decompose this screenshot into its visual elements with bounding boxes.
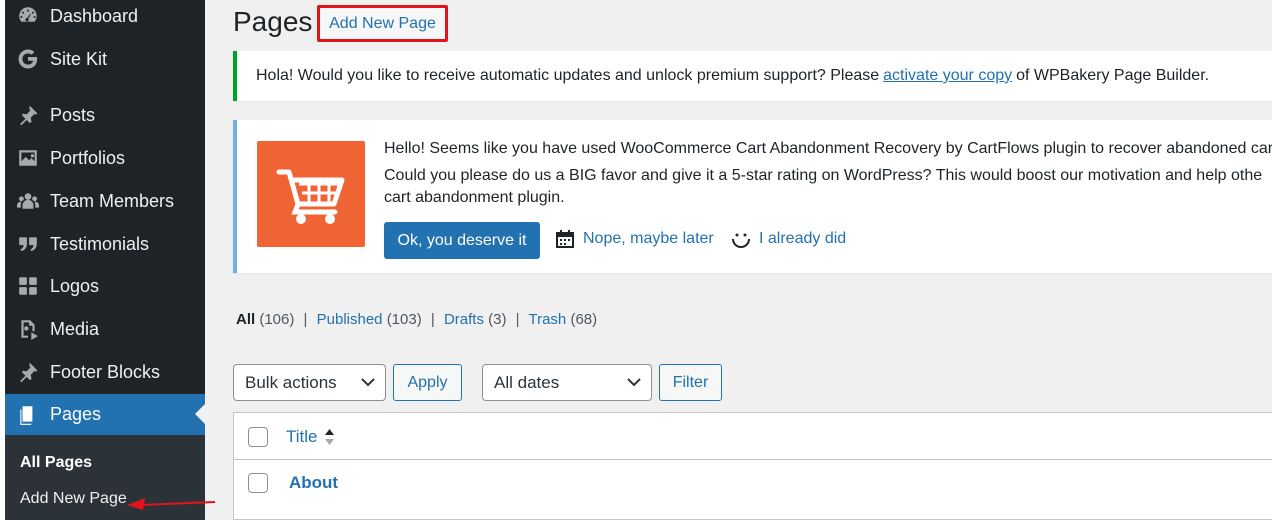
already-did-link[interactable]: I already did (731, 229, 846, 249)
filter-published[interactable]: Published (317, 311, 383, 328)
sidebar-item-label: Site Kit (50, 48, 108, 69)
media-icon (16, 317, 40, 341)
sidebar-item-team-members[interactable]: Team Members (5, 181, 205, 221)
row-checkbox[interactable] (248, 473, 268, 493)
sidebar-item-site-kit[interactable]: Site Kit (5, 39, 205, 79)
sidebar-item-label: Posts (50, 104, 96, 125)
image-icon (16, 146, 40, 170)
submenu-item-all-pages[interactable]: All Pages (20, 454, 92, 472)
calendar-icon (556, 230, 574, 248)
sidebar-item-label: Team Members (50, 190, 175, 211)
sidebar-item-pages[interactable]: Pages (5, 394, 205, 435)
sidebar-item-label: Logos (50, 275, 100, 296)
pages-icon (16, 403, 40, 427)
notice-text: of WPBakery Page Builder. (1016, 67, 1210, 84)
sidebar-item-label: Footer Blocks (50, 361, 161, 382)
notice-line: Hello! Seems like you have used WooComme… (384, 140, 1272, 157)
maybe-later-link[interactable]: Nope, maybe later (555, 229, 714, 249)
filter-separator: | (430, 311, 435, 328)
google-g-icon (16, 47, 40, 71)
sidebar-item-footer-blocks[interactable]: Footer Blocks (5, 352, 205, 392)
table-header: Title (234, 413, 1272, 460)
annotation-arrow (127, 498, 216, 510)
notice-line: Could you please do us a BIG favor and g… (384, 167, 1263, 184)
wpbakery-notice: Hola! Would you like to receive automati… (233, 51, 1272, 101)
sidebar-item-testimonials[interactable]: Testimonials (5, 224, 205, 264)
sidebar-item-label: Testimonials (50, 233, 150, 254)
filter-drafts[interactable]: Drafts (444, 311, 484, 328)
filter-separator: | (303, 311, 308, 328)
sidebar-item-label: Portfolios (50, 147, 126, 168)
filter-separator: | (515, 311, 520, 328)
sort-icon (324, 429, 334, 445)
cartflows-rating-notice: Hello! Seems like you have used WooComme… (233, 120, 1272, 273)
title-column-label: Title (286, 427, 318, 446)
notice-line: cart abandonment plugin. (384, 189, 565, 206)
ok-deserve-it-button[interactable]: Ok, you deserve it (384, 222, 540, 259)
activate-copy-link[interactable]: activate your copy (883, 67, 1012, 85)
sidebar-item-dashboard[interactable]: Dashboard (5, 0, 205, 36)
apply-button[interactable]: Apply (393, 364, 462, 401)
chevron-down-icon (361, 378, 375, 387)
submenu-item-add-new-page[interactable]: Add New Page (20, 490, 127, 508)
already-did-label: I already did (759, 230, 847, 247)
sidebar-item-label: Dashboard (50, 5, 139, 26)
dates-filter-value: All dates (494, 372, 560, 392)
filter-all-count: (106) (259, 311, 295, 328)
title-column-header[interactable]: Title (286, 427, 335, 447)
filter-all[interactable]: All (236, 311, 255, 328)
add-new-page-button[interactable]: Add New Page (317, 5, 448, 42)
grid-icon (16, 274, 40, 298)
chevron-down-icon (627, 378, 641, 387)
sidebar-item-label: Pages (50, 404, 102, 424)
pushpin-icon (16, 103, 40, 127)
notice-message: Hello! Seems like you have used WooComme… (384, 136, 1272, 212)
maybe-later-label: Nope, maybe later (583, 230, 714, 247)
filter-published-count: (103) (386, 311, 422, 328)
sidebar-item-media[interactable]: Media (5, 309, 205, 349)
smiley-icon (732, 233, 750, 248)
shopping-cart-icon (257, 141, 365, 247)
pushpin-icon (16, 360, 40, 384)
status-filters: All (106) | Published (103) | Drafts (3)… (236, 311, 597, 328)
admin-sidebar: Dashboard Site Kit Posts Portfolios Team… (5, 0, 205, 520)
bulk-actions-value: Bulk actions (245, 372, 337, 392)
page-title: Pages (233, 6, 313, 37)
dashboard-icon (16, 4, 40, 28)
sidebar-item-label: Media (50, 318, 100, 339)
dates-filter-select[interactable]: All dates (482, 364, 652, 401)
notice-text: Hola! Would you like to receive automati… (256, 67, 880, 84)
filter-drafts-count: (3) (488, 311, 507, 328)
filter-trash[interactable]: Trash (528, 311, 566, 328)
pages-table: Title About (233, 412, 1272, 520)
sidebar-item-portfolios[interactable]: Portfolios (5, 138, 205, 178)
bulk-actions-select[interactable]: Bulk actions (233, 364, 386, 401)
select-all-checkbox[interactable] (248, 427, 268, 447)
groups-icon (16, 189, 40, 213)
row-title-link[interactable]: About (289, 473, 338, 493)
sidebar-item-logos[interactable]: Logos (5, 266, 205, 306)
filter-trash-count: (68) (570, 311, 598, 328)
sidebar-item-posts[interactable]: Posts (5, 95, 205, 135)
quote-icon (16, 232, 40, 256)
filter-button[interactable]: Filter (659, 364, 722, 401)
